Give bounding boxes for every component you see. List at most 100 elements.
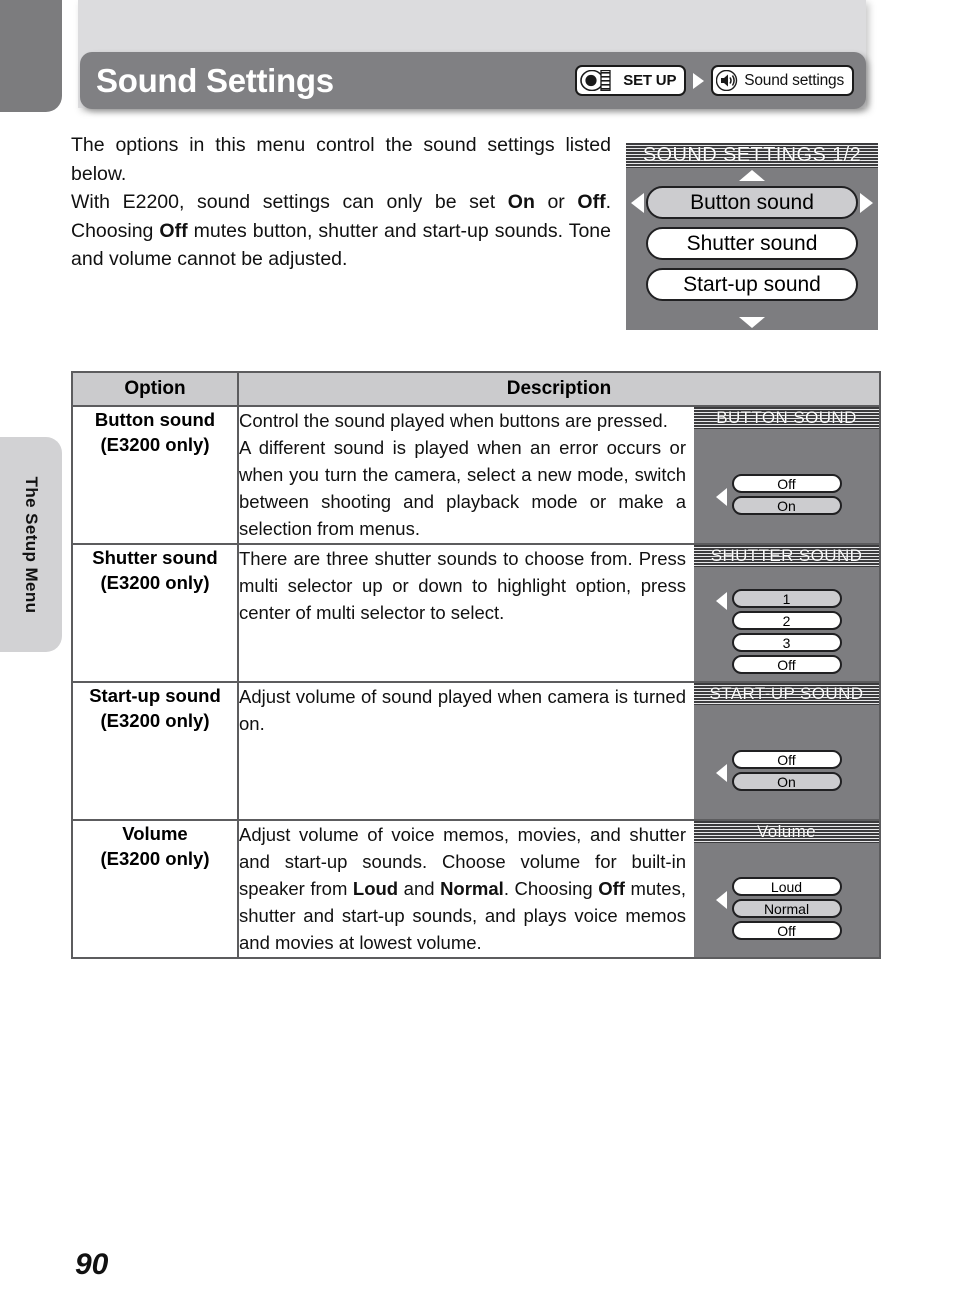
breadcrumb-setup-badge[interactable]: SET UP [575,65,687,96]
menu-item-loud[interactable]: Loud [731,877,842,896]
table-header-row: Option Description [71,371,881,407]
menu-item-3[interactable]: 3 [731,633,842,652]
camera-screen-body: Off On [694,705,879,819]
camera-screen-startup-sound: START-UP SOUND Off On [694,683,879,819]
menu-item-off[interactable]: Off [731,921,842,940]
description-paragraph-rich: Adjust volume of voice memos, movies, an… [239,824,686,953]
camera-screen-body: Loud Normal Off [694,843,879,957]
breadcrumb: SET UP Sound settings [575,65,854,96]
breadcrumb-current-badge[interactable]: Sound settings [711,65,854,96]
nav-down-arrow-icon[interactable] [739,317,765,328]
camera-screen-body: Button sound Shutter sound Start-up soun… [626,168,878,330]
mode-dial-icon [580,69,618,92]
menu-item-off[interactable]: Off [731,655,842,674]
description-text: Adjust volume of voice memos, movies, an… [239,821,686,956]
menu-item-off[interactable]: Off [731,750,842,769]
selection-arrow-icon [716,488,727,506]
menu-item-off[interactable]: Off [731,474,842,493]
camera-menu-list: Off On [731,474,842,515]
intro-paragraph-1: The options in this menu control the sou… [71,134,611,185]
description-paragraph: There are three shutter sounds to choose… [239,548,686,623]
page-number: 90 [75,1248,109,1281]
option-cell-button-sound: Button sound (E3200 only) [71,405,239,545]
table-row: Shutter sound (E3200 only) There are thr… [71,543,881,683]
description-cell-shutter-sound: There are three shutter sounds to choose… [237,543,881,683]
camera-screen-title-bar: Volume [694,821,879,843]
camera-screen-title-bar: START-UP SOUND [694,683,879,705]
camera-screen-volume: Volume Loud Normal Off [694,821,879,957]
menu-item-2[interactable]: 2 [731,611,842,630]
description-text: There are three shutter sounds to choose… [239,545,686,626]
camera-menu-list: Button sound Shutter sound Start-up soun… [646,186,858,301]
screenshot-wrapper: Volume Loud Normal Off [694,821,879,957]
nav-right-arrow-icon[interactable] [860,193,873,213]
menu-item-1[interactable]: 1 [731,589,842,608]
breadcrumb-current-label: Sound settings [744,71,844,89]
menu-item-startup-sound[interactable]: Start-up sound [646,268,858,301]
camera-screen-title: SOUND SETTINGS 1/2 [642,144,862,166]
screenshot-wrapper: START-UP SOUND Off On [694,683,879,819]
description-cell-button-sound: Control the sound played when buttons ar… [237,405,881,545]
option-name: Start-up sound [89,685,221,706]
camera-screen-body: Off On [694,429,879,543]
camera-screen-title: START-UP SOUND [709,684,864,703]
option-cell-volume: Volume (E3200 only) [71,819,239,959]
option-note: (E3200 only) [100,434,210,455]
menu-item-shutter-sound[interactable]: Shutter sound [646,227,858,260]
column-header-description: Description [237,371,881,407]
option-name: Button sound [94,409,216,430]
description-paragraph: Control the sound played when buttons ar… [239,410,668,431]
description-paragraph: Adjust volume of sound played when camer… [239,686,686,734]
intro-text: The options in this menu control the sou… [71,131,611,274]
camera-screen-shutter-sound: SHUTTER SOUND 1 2 3 Off [694,545,879,681]
description-text: Control the sound played when buttons ar… [239,407,686,542]
corner-tab-decoration [0,0,62,112]
menu-item-normal[interactable]: Normal [731,899,842,918]
intro-paragraph-2: With E2200, sound settings can only be s… [71,191,611,270]
option-cell-shutter-sound: Shutter sound (E3200 only) [71,543,239,683]
page-title: Sound Settings [96,61,334,99]
camera-screen-sound-settings: SOUND SETTINGS 1/2 Button sound Shutter … [626,143,878,330]
sidebar-chapter-tab[interactable]: The Setup Menu [0,437,62,652]
description-paragraph: A different sound is played when an erro… [239,437,686,539]
camera-screen-title: Volume [756,822,817,841]
description-text: Adjust volume of sound played when camer… [239,683,686,737]
option-note: (E3200 only) [100,848,210,869]
column-header-option: Option [71,371,239,407]
menu-item-on[interactable]: On [731,496,842,515]
table-row: Start-up sound (E3200 only) Adjust volum… [71,681,881,821]
selection-arrow-icon [716,764,727,782]
camera-menu-list: 1 2 3 Off [731,589,842,674]
triangle-right-icon [693,72,705,89]
speaker-icon [716,69,739,92]
table-row: Button sound (E3200 only) Control the so… [71,405,881,545]
selection-arrow-icon [716,891,727,909]
option-note: (E3200 only) [100,710,210,731]
nav-left-arrow-icon[interactable] [631,193,644,213]
menu-item-on[interactable]: On [731,772,842,791]
options-table: Option Description Button sound (E3200 o… [71,371,881,959]
camera-screen-title-bar: BUTTON SOUND [694,407,879,429]
camera-screen-title: BUTTON SOUND [716,408,857,427]
screenshot-wrapper: SHUTTER SOUND 1 2 3 Off [694,545,879,681]
sidebar-chapter-label: The Setup Menu [22,476,41,613]
table-row: Volume (E3200 only) Adjust volume of voi… [71,819,881,959]
description-cell-startup-sound: Adjust volume of sound played when camer… [237,681,881,821]
option-note: (E3200 only) [100,572,210,593]
camera-screen-title: SHUTTER SOUND [710,546,863,565]
breadcrumb-setup-label: SET UP [623,72,677,89]
menu-item-button-sound[interactable]: Button sound [646,186,858,219]
camera-screen-title-bar: SOUND SETTINGS 1/2 [626,143,878,168]
option-name: Shutter sound [92,547,218,568]
camera-menu-list: Loud Normal Off [731,877,842,940]
camera-screen-button-sound: BUTTON SOUND Off On [694,407,879,543]
camera-screen-title-bar: SHUTTER SOUND [694,545,879,567]
option-cell-startup-sound: Start-up sound (E3200 only) [71,681,239,821]
description-cell-volume: Adjust volume of voice memos, movies, an… [237,819,881,959]
selection-arrow-icon [716,592,727,610]
option-name: Volume [122,823,188,844]
screenshot-wrapper: BUTTON SOUND Off On [694,407,879,543]
camera-menu-list: Off On [731,750,842,791]
nav-up-arrow-icon[interactable] [739,170,765,181]
page-header-bar: Sound Settings SET UP Sound settings [80,52,866,109]
